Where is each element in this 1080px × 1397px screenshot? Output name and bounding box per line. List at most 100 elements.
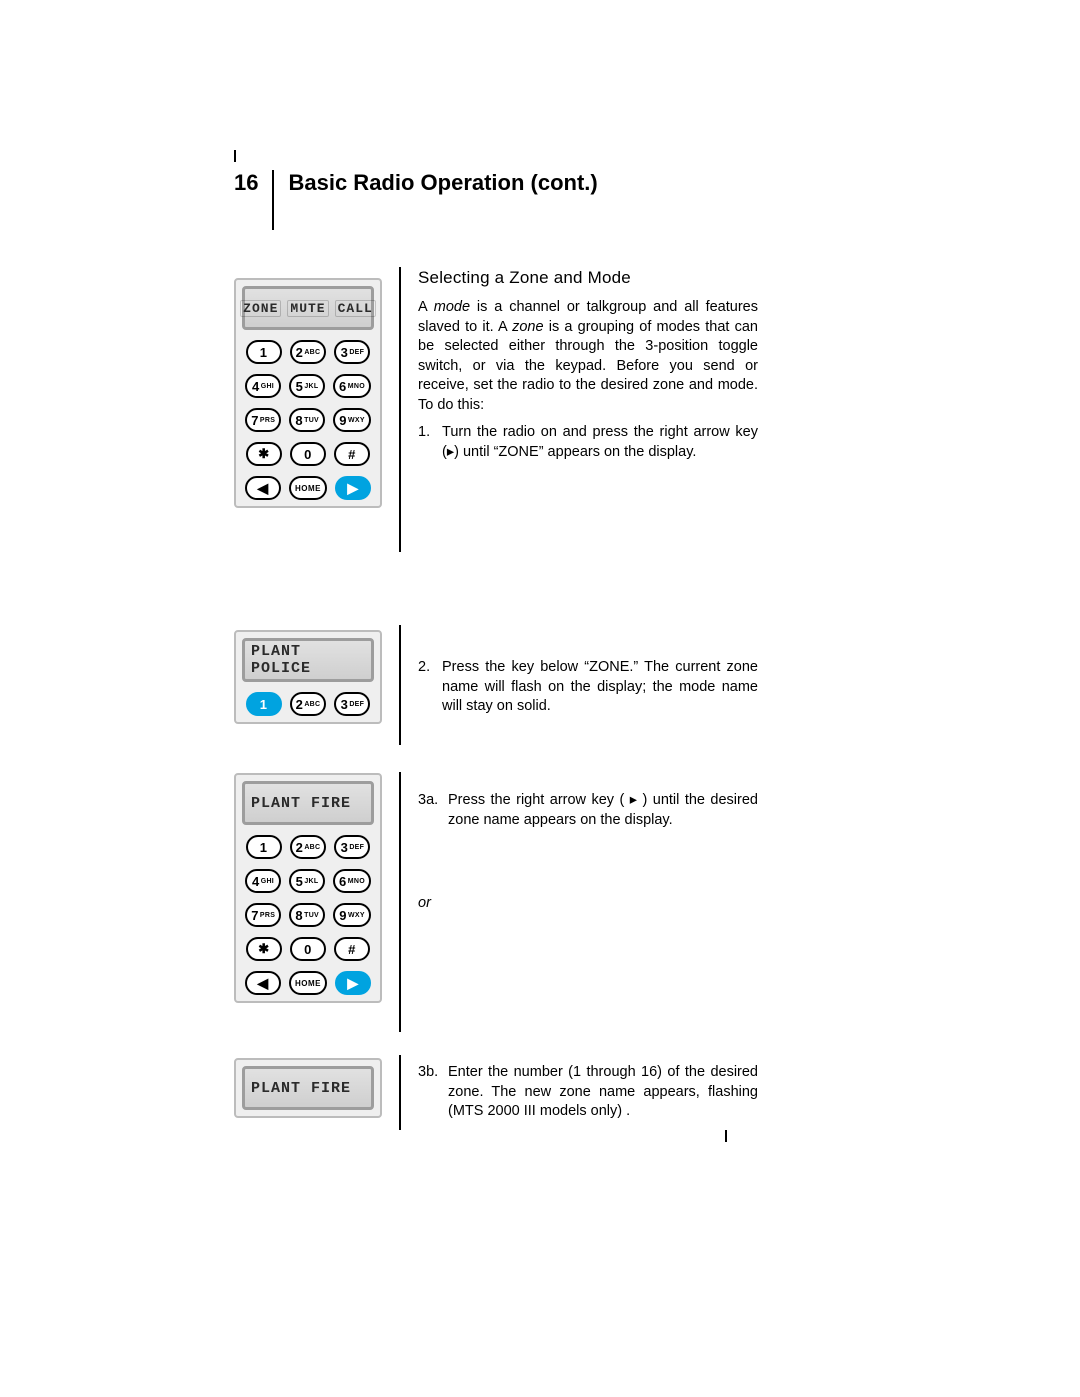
key-label: #: [348, 942, 356, 957]
key-1[interactable]: 1: [246, 835, 282, 859]
key-6[interactable]: 6MNO: [333, 374, 371, 398]
key-label: 1: [260, 345, 268, 360]
key-hash[interactable]: #: [334, 937, 370, 961]
page-number: 16: [234, 170, 274, 230]
key-left[interactable]: ◀: [245, 476, 281, 500]
lcd-zone-mute-call: ZONE MUTE CALL: [242, 286, 374, 330]
divider: [399, 625, 401, 745]
text-bold: ZONE: [498, 444, 538, 460]
key-row: 4GHI 5JKL 6MNO: [242, 869, 374, 893]
key-sub: DEF: [349, 701, 364, 708]
step-number: 3b.: [418, 1063, 448, 1122]
key-label: 3: [341, 840, 349, 855]
key-5[interactable]: 5JKL: [289, 869, 325, 893]
key-left[interactable]: ◀: [245, 971, 281, 995]
key-label: #: [348, 447, 356, 462]
key-label: 2: [296, 697, 304, 712]
key-row: 7PRS 8TUV 9WXY: [242, 903, 374, 927]
key-home[interactable]: HOME: [289, 971, 327, 995]
step-text: Enter the number (1 through 16) of the d…: [448, 1063, 758, 1122]
lcd-plant-police: PLANT POLICE: [242, 638, 374, 682]
key-row: ✱ 0 #: [242, 937, 374, 961]
key-sub: WXY: [348, 912, 365, 919]
text-italic: mode: [434, 299, 470, 315]
key-1[interactable]: 1: [246, 340, 282, 364]
key-3[interactable]: 3DEF: [334, 340, 370, 364]
key-sub: GHI: [261, 383, 274, 390]
lcd-plant-fire-2: PLANT FIRE: [242, 1066, 374, 1110]
or-label: or: [418, 895, 758, 911]
key-row: 1 2ABC 3DEF: [242, 692, 374, 716]
key-2[interactable]: 2ABC: [290, 692, 327, 716]
key-3[interactable]: 3DEF: [334, 692, 370, 716]
key-9[interactable]: 9WXY: [333, 408, 371, 432]
keypad-frame: ZONE MUTE CALL 1 2ABC 3DEF 4GHI 5JKL 6MN…: [234, 278, 382, 508]
key-label: 6: [339, 379, 347, 394]
key-home[interactable]: HOME: [289, 476, 327, 500]
key-sub: DEF: [349, 844, 364, 851]
key-label: 9: [339, 908, 347, 923]
key-row: 1 2ABC 3DEF: [242, 835, 374, 859]
key-8[interactable]: 8TUV: [289, 903, 325, 927]
lcd-segment: ZONE: [240, 300, 281, 317]
page-header: 16 Basic Radio Operation (cont.): [234, 170, 964, 230]
key-3[interactable]: 3DEF: [334, 835, 370, 859]
lcd-plant-fire: PLANT FIRE: [242, 781, 374, 825]
key-sub: MNO: [348, 383, 365, 390]
key-sub: ABC: [304, 349, 320, 356]
key-sub: JKL: [304, 383, 318, 390]
left-arrow-icon: ◀: [257, 481, 268, 495]
radio-illustration-2: PLANT POLICE 1 2ABC 3DEF: [234, 630, 382, 724]
step-text: Press the right arrow key ( ▸ ) until th…: [448, 791, 758, 830]
key-4[interactable]: 4GHI: [245, 869, 281, 893]
key-label: 1: [260, 840, 268, 855]
key-row: ◀ HOME ▶: [242, 476, 374, 500]
key-7[interactable]: 7PRS: [245, 903, 281, 927]
step-1: 1. Turn the radio on and press the right…: [418, 423, 758, 462]
key-row: ◀ HOME ▶: [242, 971, 374, 995]
key-0[interactable]: 0: [290, 442, 326, 466]
key-sub: MNO: [348, 878, 365, 885]
key-4[interactable]: 4GHI: [245, 374, 281, 398]
key-star[interactable]: ✱: [246, 442, 282, 466]
key-2[interactable]: 2ABC: [290, 835, 327, 859]
key-label: ✱: [258, 446, 269, 462]
lcd-segment: MUTE: [287, 300, 328, 317]
keypad-frame: PLANT FIRE 1 2ABC 3DEF 4GHI 5JKL 6MNO 7P…: [234, 773, 382, 1003]
left-arrow-icon: ◀: [257, 976, 268, 990]
keypad-frame: PLANT FIRE: [234, 1058, 382, 1118]
key-hash[interactable]: #: [334, 442, 370, 466]
key-8[interactable]: 8TUV: [289, 408, 325, 432]
key-right-highlighted[interactable]: ▶: [335, 971, 371, 995]
page: 16 Basic Radio Operation (cont.) Selecti…: [0, 0, 1080, 1397]
key-label: 7: [251, 413, 259, 428]
key-9[interactable]: 9WXY: [333, 903, 371, 927]
key-label: 6: [339, 874, 347, 889]
key-label: 4: [252, 379, 260, 394]
lcd-text: PLANT FIRE: [251, 795, 351, 812]
key-right-highlighted[interactable]: ▶: [335, 476, 371, 500]
key-0[interactable]: 0: [290, 937, 326, 961]
key-star[interactable]: ✱: [246, 937, 282, 961]
key-label: 3: [341, 345, 349, 360]
key-7[interactable]: 7PRS: [245, 408, 281, 432]
key-6[interactable]: 6MNO: [333, 869, 371, 893]
text-italic: zone: [512, 319, 543, 335]
page-title: Basic Radio Operation (cont.): [274, 170, 597, 230]
right-arrow-icon: ▶: [347, 976, 358, 990]
key-label: HOME: [295, 979, 321, 988]
step-number: 3a.: [418, 791, 448, 830]
key-5[interactable]: 5JKL: [289, 374, 325, 398]
keypad-frame: PLANT POLICE 1 2ABC 3DEF: [234, 630, 382, 724]
key-row: 4GHI 5JKL 6MNO: [242, 374, 374, 398]
crop-mark: [725, 1130, 727, 1142]
divider: [399, 1055, 401, 1130]
key-label: 4: [252, 874, 260, 889]
key-sub: GHI: [261, 878, 274, 885]
key-sub: PRS: [260, 417, 275, 424]
key-1-highlighted[interactable]: 1: [246, 692, 282, 716]
key-sub: TUV: [304, 417, 319, 424]
text-italic: or: [418, 895, 758, 911]
key-2[interactable]: 2ABC: [290, 340, 327, 364]
step-number: 2.: [418, 658, 442, 717]
